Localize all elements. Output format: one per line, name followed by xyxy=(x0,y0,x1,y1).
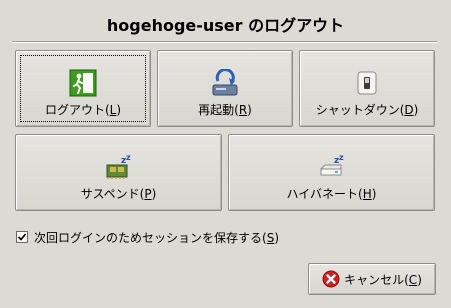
svg-text:z: z xyxy=(339,153,344,162)
checkmark-icon xyxy=(17,233,27,241)
save-session-label: 次回ログインのためセッションを保存する(S) xyxy=(34,230,279,245)
title-separator xyxy=(12,41,437,43)
save-session-checkbox[interactable] xyxy=(16,231,28,243)
restart-button[interactable]: 再起動(R) xyxy=(157,50,293,127)
cancel-button[interactable]: キャンセル(C) xyxy=(308,263,436,295)
shutdown-button[interactable]: シャットダウン(D) xyxy=(299,50,435,127)
restart-label: 再起動(R) xyxy=(198,103,252,117)
restart-icon xyxy=(211,68,239,97)
svg-text:z: z xyxy=(126,153,131,162)
logout-label: ログアウト(L) xyxy=(44,103,122,117)
shutdown-label: シャットダウン(D) xyxy=(315,103,419,117)
hibernate-button[interactable]: z z ハイバネート(H) xyxy=(228,134,435,211)
suspend-button[interactable]: z z サスペンド(P) xyxy=(15,134,222,211)
dialog-title: hogehoge-user のログアウト xyxy=(106,16,345,35)
cancel-icon xyxy=(322,270,340,288)
suspend-label: サスペンド(P) xyxy=(80,187,157,201)
exit-door-icon xyxy=(69,69,97,97)
logout-button[interactable]: ログアウト(L) xyxy=(15,50,151,127)
hibernate-label: ハイバネート(H) xyxy=(286,187,377,201)
hibernate-disk-icon: z z xyxy=(318,153,346,181)
suspend-chip-icon: z z xyxy=(105,153,133,181)
cancel-label: キャンセル(C) xyxy=(344,272,422,287)
power-switch-icon xyxy=(353,69,381,97)
logout-dialog: hogehoge-user のログアウト ログアウト(L) 再起動(R) シャッ… xyxy=(0,0,451,308)
save-session-row[interactable]: 次回ログインのためセッションを保存する(S) xyxy=(16,229,279,245)
